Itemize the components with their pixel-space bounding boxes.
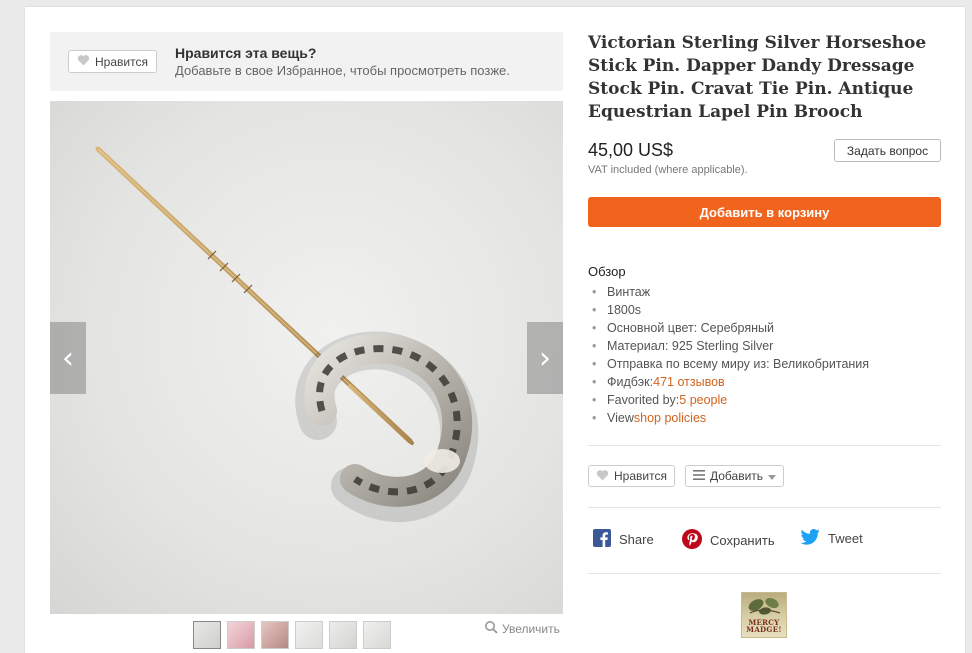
magnifier-icon: [484, 620, 498, 637]
overview-heading: Обзор: [588, 264, 626, 279]
thumbnail-5[interactable]: [329, 621, 357, 649]
listing-title: Victorian Sterling Silver Horseshoe Stic…: [588, 33, 927, 122]
favorite-item-label: Нравится: [614, 469, 667, 483]
reviews-link[interactable]: 471 отзывов: [653, 373, 725, 391]
listing-price: 45,00 US$: [588, 140, 674, 160]
overview-item: • Отправка по всему миру из: Великобритан…: [592, 357, 870, 371]
thumbnail-6[interactable]: [363, 621, 391, 649]
zoom-label: Увеличить: [502, 621, 560, 636]
favorite-prompt-title: Нравится эта вещь?: [175, 45, 317, 61]
share-pinterest-label: Сохранить: [710, 533, 775, 548]
thumbnail-3[interactable]: [261, 621, 289, 649]
list-icon: [693, 469, 705, 483]
thumbnail-strip: [193, 621, 391, 649]
favorite-button[interactable]: Нравится: [68, 50, 157, 73]
horseshoe-stick-pin-photo: [95, 146, 479, 523]
overview-item: • 1800s: [592, 303, 642, 317]
thumbnail-2[interactable]: [227, 621, 255, 649]
share-facebook-label: Share: [619, 532, 654, 547]
divider: [588, 445, 941, 446]
heart-icon: [596, 469, 609, 484]
favorite-prompt-subtitle: Добавьте в свое Избранное, чтобы просмот…: [175, 63, 510, 78]
twitter-icon: [800, 529, 820, 548]
overview-item-favorited: • Favorited by: 5 people: [592, 391, 728, 409]
pinterest-icon: [682, 529, 702, 552]
favorited-by-link[interactable]: 5 people: [679, 391, 727, 409]
share-twitter-label: Tweet: [828, 531, 863, 546]
divider: [588, 573, 941, 574]
chevron-left-icon: ‹: [62, 340, 74, 376]
heart-icon: [77, 54, 90, 69]
share-twitter-button[interactable]: Tweet: [800, 529, 863, 548]
favorite-prompt: Нравится Нравится эта вещь? Добавьте в с…: [50, 32, 563, 91]
chevron-right-icon: ›: [539, 340, 551, 376]
overview-item: • Основной цвет: Серебряный: [592, 321, 774, 335]
overview-item-policies: • View shop policies: [592, 409, 707, 427]
overview-item: • Материал: 925 Sterling Silver: [592, 339, 774, 353]
shop-logo[interactable]: MERCY MADGE!: [741, 592, 787, 638]
ask-question-button[interactable]: Задать вопрос: [834, 139, 941, 162]
add-to-list-label: Добавить: [710, 469, 764, 483]
zoom-button[interactable]: Увеличить: [484, 620, 560, 637]
previous-image-button[interactable]: ‹: [50, 322, 86, 394]
favorite-button-label: Нравится: [95, 54, 148, 69]
shop-logo-text: MERCY MADGE!: [746, 618, 782, 634]
shop-policies-link[interactable]: shop policies: [634, 409, 706, 427]
thumbnail-1[interactable]: [193, 621, 221, 649]
add-to-cart-button[interactable]: Добавить в корзину: [588, 197, 941, 227]
overview-item-feedback: • Фидбэк: 471 отзывов: [592, 373, 725, 391]
overview-item: • Винтаж: [592, 285, 651, 299]
overview-list: • Винтаж • 1800s • Основной цвет: Серебряны…: [592, 283, 869, 427]
product-image[interactable]: ‹ ›: [50, 101, 563, 614]
vat-note: VAT included (where applicable).: [588, 164, 748, 176]
share-facebook-button[interactable]: Share: [593, 529, 654, 550]
next-image-button[interactable]: ›: [527, 322, 563, 394]
favorite-item-button[interactable]: Нравится: [588, 465, 675, 487]
add-to-list-button[interactable]: Добавить: [685, 465, 785, 487]
thumbnail-4[interactable]: [295, 621, 323, 649]
share-pinterest-button[interactable]: Сохранить: [682, 529, 775, 552]
facebook-icon: [593, 529, 611, 550]
caret-down-icon: [768, 469, 777, 483]
divider: [588, 507, 941, 508]
